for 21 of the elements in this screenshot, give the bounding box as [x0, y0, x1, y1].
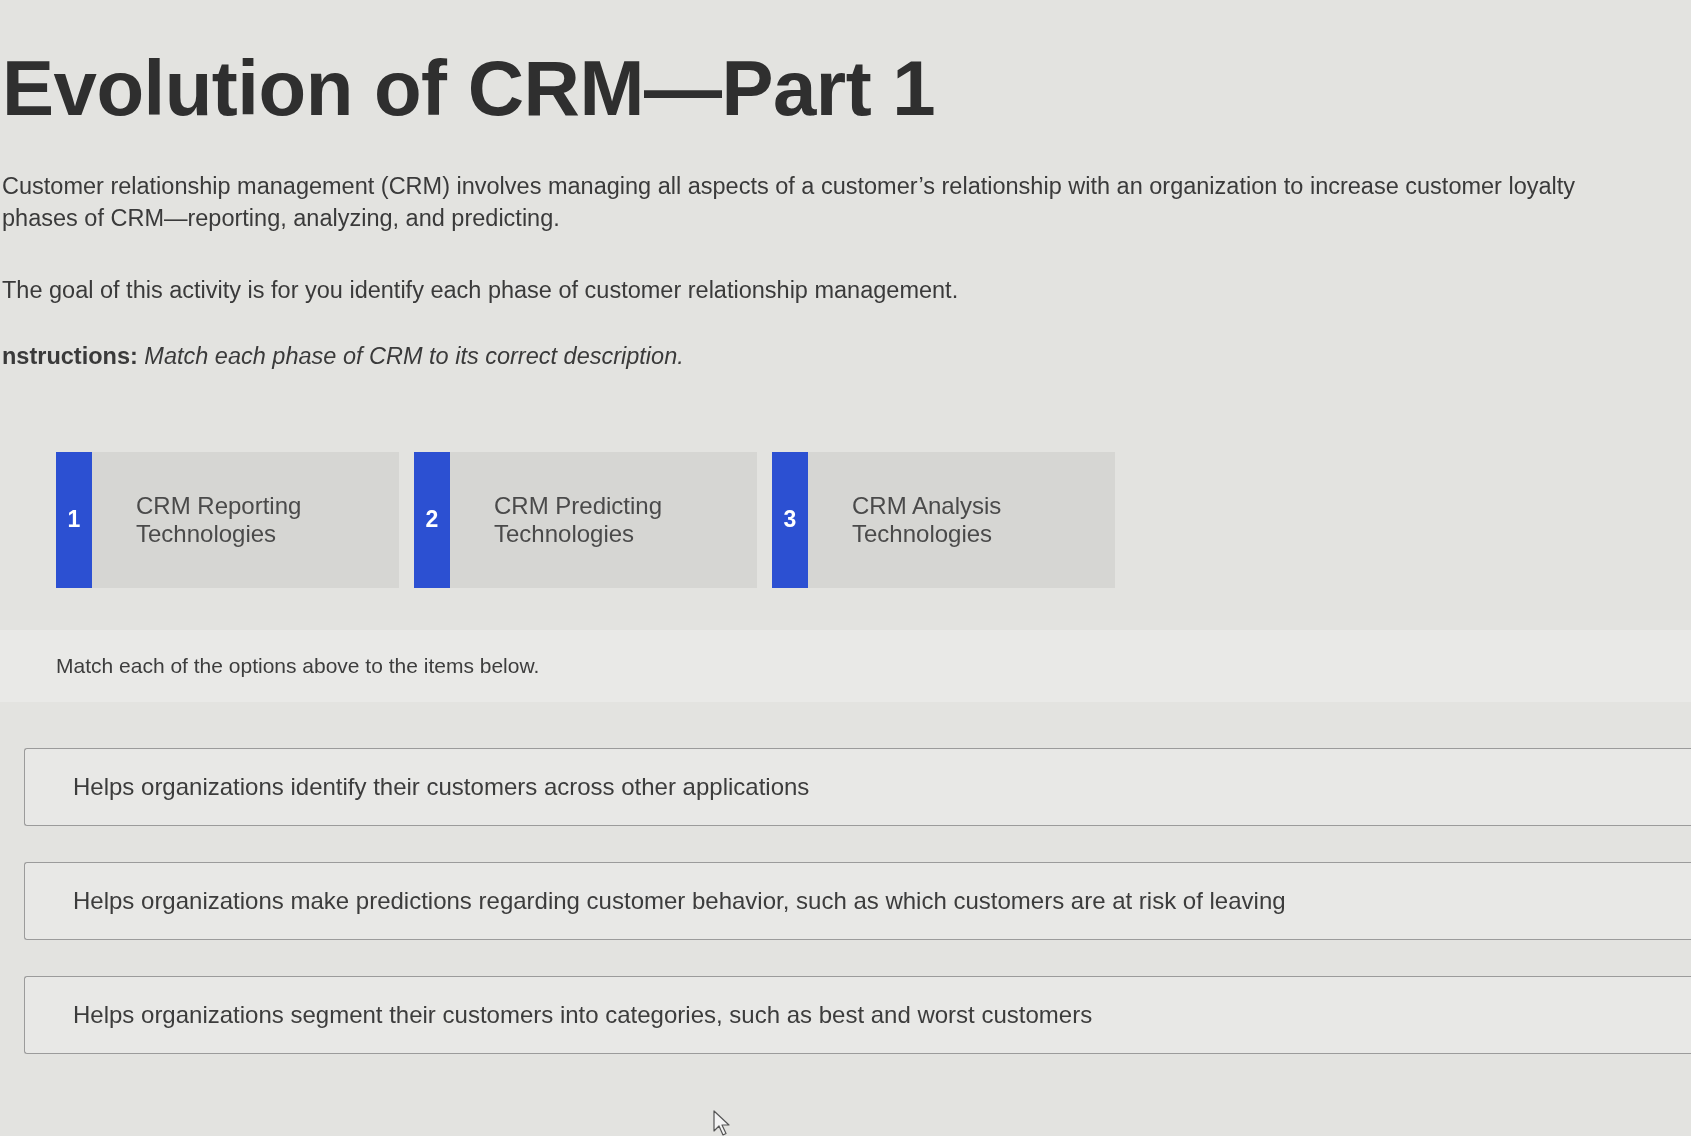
option-label: CRM Reporting Technologies: [136, 491, 303, 548]
instructions-text: nstructions: Match each phase of CRM to its correct description.: [2, 341, 684, 371]
page-title: Evolution of CRM—Part 1: [2, 44, 937, 134]
option-card[interactable]: 3 CRM Analysis Technologies: [772, 451, 1115, 588]
match-prompt: Match each of the options above to the items below.: [56, 652, 540, 679]
answer-box[interactable]: Helps organizations identify their customers across other applications: [24, 747, 1691, 826]
item-description: Helps organizations identify their customers across other applications: [73, 771, 810, 802]
number-badge: 3: [772, 451, 808, 588]
option-card[interactable]: 1 CRM Reporting Technologies: [56, 451, 399, 588]
answer-box[interactable]: Helps organizations make predictions regarding customer behavior, such as which customers are at risk of leaving: [24, 861, 1691, 940]
answer-box[interactable]: Helps organizations segment their customers into categories, such as best and worst customers: [24, 975, 1691, 1054]
option-label: CRM Analysis Technologies: [852, 491, 1003, 548]
item-description: Helps organizations make predictions regarding customer behavior, such as which customers are at risk of leaving: [73, 885, 1286, 916]
number-badge: 1: [56, 451, 92, 588]
option-label: CRM Predicting Technologies: [494, 491, 664, 548]
item-description: Helps organizations segment their customers into categories, such as best and worst customers: [73, 999, 1093, 1030]
intro-text: Customer relationship management (CRM) involves managing all aspects of a customer’s relationship with an organization to increase customer loyalty: [2, 171, 1576, 201]
goal-text: The goal of this activity is for you identify each phase of customer relationship management.: [2, 275, 959, 305]
number-badge: 2: [414, 451, 450, 588]
option-card[interactable]: 2 CRM Predicting Technologies: [414, 451, 757, 588]
intro-text: phases of CRM—reporting, analyzing, and predicting.: [2, 203, 560, 233]
